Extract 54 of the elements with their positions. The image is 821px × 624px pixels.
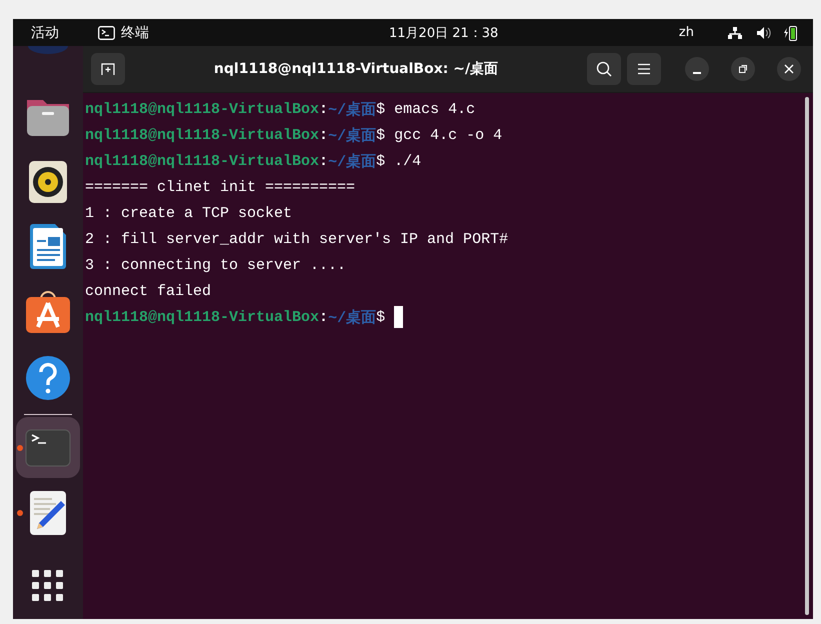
new-tab-icon — [101, 63, 115, 75]
restore-button[interactable] — [731, 57, 755, 81]
prompt-path: ~/桌面 — [328, 152, 376, 170]
scrollbar[interactable] — [805, 97, 809, 615]
close-button[interactable] — [777, 57, 801, 81]
output-text: ======= clinet init ========== — [85, 178, 356, 196]
prompt-user: nql1118@nql1118-VirtualBox — [85, 100, 320, 118]
restore-icon — [738, 64, 748, 74]
terminal-icon — [25, 428, 71, 467]
close-icon — [784, 64, 794, 74]
shopping-bag-icon — [25, 291, 71, 334]
clock[interactable]: 11月20日 21：38 — [389, 24, 498, 42]
prompt-sign: $ — [376, 100, 386, 118]
search-icon — [596, 61, 612, 77]
output-text: 2 : fill server_addr with server's IP and PORT# — [85, 230, 508, 248]
input-method-indicator[interactable]: zh — [678, 25, 694, 40]
text-editor-icon — [29, 490, 67, 536]
output-text: 3 : connecting to server .... — [85, 256, 346, 274]
terminal-area[interactable] — [83, 93, 813, 619]
battery-icon[interactable] — [784, 24, 798, 40]
prompt-separator: : — [319, 100, 328, 118]
volume-icon[interactable] — [757, 26, 771, 38]
app-menu[interactable]: 终端 — [121, 24, 149, 42]
prompt-separator: : — [319, 126, 328, 144]
prompt-sign: $ — [376, 152, 386, 170]
minimize-icon — [693, 72, 701, 74]
prompt-separator: : — [319, 308, 328, 326]
activities-button[interactable]: 活动 — [31, 24, 59, 42]
window-title: nql1118@nql1118-VirtualBox: ~/桌面 — [212, 60, 500, 78]
prompt-path: ~/桌面 — [328, 308, 376, 326]
menu-button[interactable] — [627, 53, 661, 85]
minimize-button[interactable] — [685, 57, 709, 81]
prompt-sign: $ — [376, 308, 386, 326]
command-text: emacs 4.c — [393, 100, 476, 118]
app-grid-icon[interactable] — [31, 569, 65, 604]
command-text: ./4 — [393, 152, 422, 170]
menu-icon — [637, 63, 651, 75]
prompt-separator: : — [319, 152, 328, 170]
help-icon — [25, 354, 71, 401]
prompt-path: ~/桌面 — [328, 126, 376, 144]
new-tab-button[interactable] — [91, 53, 125, 85]
prompt-path: ~/桌面 — [328, 100, 376, 118]
output-text: 1 : create a TCP socket — [85, 204, 292, 222]
document-icon — [29, 224, 67, 270]
search-button[interactable] — [587, 53, 621, 85]
command-text: gcc 4.c -o 4 — [393, 126, 502, 144]
speaker-icon — [28, 160, 68, 204]
prompt-user: nql1118@nql1118-VirtualBox — [85, 152, 320, 170]
terminal-icon — [98, 26, 115, 40]
prompt-sign: $ — [376, 126, 386, 144]
output-text: connect failed — [85, 282, 212, 300]
prompt-user: nql1118@nql1118-VirtualBox — [85, 126, 320, 144]
network-icon[interactable] — [728, 26, 742, 38]
prompt-user: nql1118@nql1118-VirtualBox — [85, 308, 320, 326]
